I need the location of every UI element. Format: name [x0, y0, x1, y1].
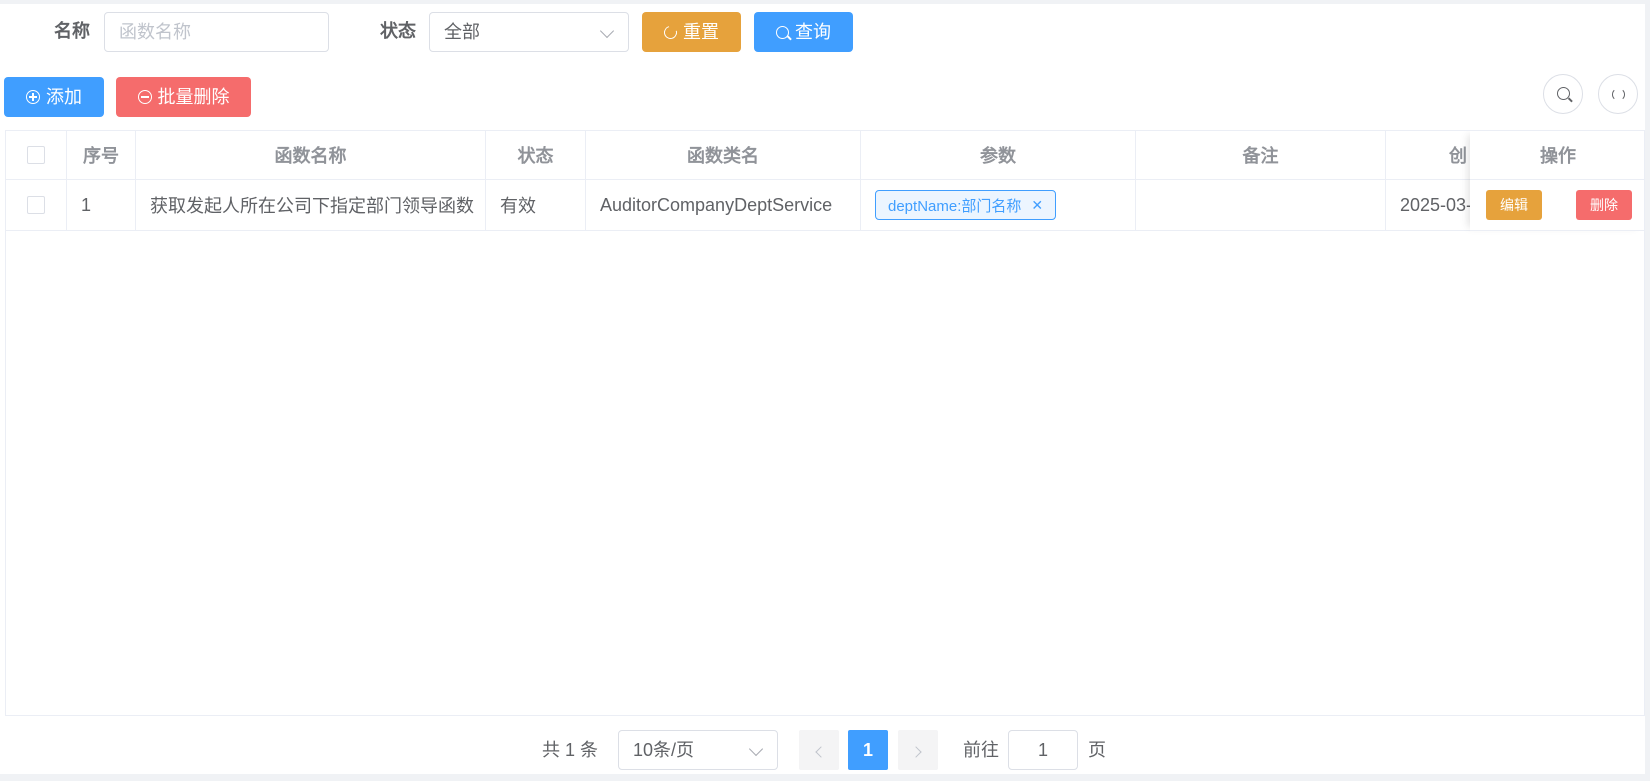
- delete-button[interactable]: 删除: [1576, 190, 1632, 220]
- page-suffix: 页: [1088, 740, 1106, 760]
- name-search-input[interactable]: 函数名称: [104, 12, 329, 52]
- chevron-down-icon: [599, 23, 615, 39]
- search-icon: [776, 25, 789, 39]
- row-actions: 编辑 删除: [1470, 180, 1644, 231]
- refresh-icon: [1612, 88, 1625, 101]
- row-class-name: AuditorCompanyDeptService: [586, 180, 861, 230]
- column-header-class-name: 函数类名: [586, 131, 861, 179]
- prev-page-button[interactable]: [799, 730, 839, 770]
- select-all-cell: [6, 131, 67, 179]
- row-index: 1: [67, 180, 136, 230]
- row-checkbox[interactable]: [27, 196, 45, 214]
- table-row: 1 获取发起人所在公司下指定部门领导函数 有效 AuditorCompanyDe…: [6, 180, 1644, 231]
- refresh-table-button[interactable]: [1598, 74, 1638, 114]
- column-header-params: 参数: [861, 131, 1136, 179]
- close-icon[interactable]: ✕: [1031, 197, 1043, 214]
- status-select[interactable]: 全部: [429, 12, 629, 52]
- add-button-label: 添加: [46, 87, 82, 107]
- reset-button[interactable]: 重置: [642, 12, 741, 52]
- chevron-down-icon: [748, 741, 764, 757]
- page-size-value: 10条/页: [633, 740, 695, 760]
- select-all-checkbox[interactable]: [27, 146, 45, 164]
- chevron-left-icon: [815, 746, 827, 758]
- query-button-label: 查询: [795, 22, 831, 42]
- status-label: 状态: [380, 21, 416, 41]
- param-tag-label: deptName:部门名称: [888, 197, 1022, 215]
- chevron-right-icon: [910, 746, 922, 758]
- param-tag: deptName:部门名称 ✕: [875, 190, 1057, 220]
- column-header-name: 函数名称: [136, 131, 486, 179]
- column-header-actions: 操作: [1470, 131, 1644, 180]
- row-function-name: 获取发起人所在公司下指定部门领导函数: [136, 180, 486, 230]
- row-params: deptName:部门名称 ✕: [861, 180, 1136, 230]
- table-header-row: 序号 函数名称 状态 函数类名 参数 备注 创: [6, 131, 1644, 180]
- minus-circle-icon: [137, 90, 152, 104]
- add-button[interactable]: 添加: [4, 77, 104, 117]
- plus-circle-icon: [26, 90, 40, 104]
- refresh-icon: [661, 23, 680, 41]
- row-select-cell: [6, 180, 67, 230]
- batch-delete-button[interactable]: 批量删除: [116, 77, 251, 117]
- reset-button-label: 重置: [683, 22, 719, 42]
- row-status: 有效: [486, 180, 586, 230]
- pagination-total: 共 1 条: [542, 740, 599, 760]
- page-size-select[interactable]: 10条/页: [618, 730, 778, 770]
- page-number-1[interactable]: 1: [848, 730, 888, 770]
- toggle-search-button[interactable]: [1543, 74, 1583, 114]
- functions-table: 序号 函数名称 状态 函数类名 参数 备注 创 1 获取发起人所在公司下指定部门…: [5, 130, 1645, 716]
- page-container: 名称 函数名称 状态 全部 重置 查询 添加 批量删除 序号 函数名称 状态 函…: [0, 4, 1645, 774]
- actions-fixed-column: 操作 编辑 删除: [1470, 131, 1644, 231]
- next-page-button[interactable]: [898, 730, 938, 770]
- goto-label: 前往: [963, 740, 999, 760]
- search-icon: [1557, 87, 1570, 100]
- name-label: 名称: [54, 21, 90, 41]
- batch-delete-button-label: 批量删除: [157, 87, 230, 107]
- edit-button[interactable]: 编辑: [1486, 190, 1542, 220]
- status-select-value: 全部: [444, 22, 480, 42]
- column-header-index: 序号: [67, 131, 136, 179]
- goto-page-input[interactable]: 1: [1008, 730, 1078, 770]
- column-header-remark: 备注: [1136, 131, 1386, 179]
- column-header-status: 状态: [486, 131, 586, 179]
- row-remark: [1136, 180, 1386, 230]
- query-button[interactable]: 查询: [754, 12, 853, 52]
